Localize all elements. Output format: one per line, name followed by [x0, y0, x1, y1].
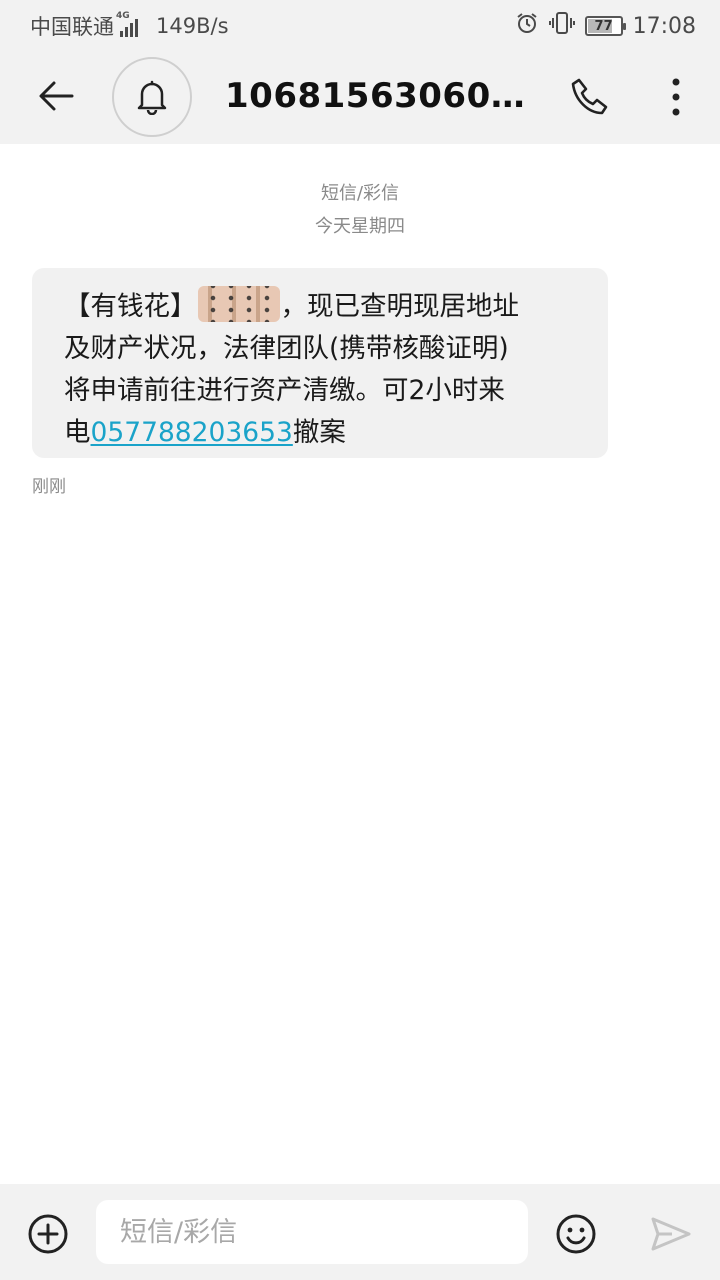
more-options-button[interactable]: [656, 72, 696, 122]
alarm-icon: [515, 11, 539, 41]
message-line: 【有钱花】 ，现已查明现居地址: [64, 286, 588, 328]
back-button[interactable]: [30, 70, 82, 122]
message-time: 刚刚: [32, 477, 66, 497]
message-text-4: 电: [64, 417, 91, 448]
message-line: 及财产状况，法律团队(携带核酸证明): [64, 333, 509, 364]
call-button[interactable]: [566, 72, 616, 122]
status-left: 中国联通 4G 149B/s: [30, 11, 229, 41]
message-bubble[interactable]: 【有钱花】 ，现已查明现居地址 及财产状况，法律团队(携带核酸证明) 将申请前往进…: [32, 268, 608, 458]
message-text-1: ，现已查明现居地址: [280, 291, 520, 322]
send-button[interactable]: [648, 1212, 694, 1256]
date-label: 今天星期四: [315, 216, 405, 237]
battery-level: 77: [594, 18, 613, 34]
carrier-name: 中国联通: [30, 15, 114, 39]
message-type-label: 短信/彩信: [320, 183, 400, 204]
emoji-icon: [556, 1214, 596, 1254]
compose-bar: [0, 1184, 720, 1280]
phone-number-link[interactable]: 057788203653: [91, 417, 293, 448]
message-line: 将申请前往进行资产清缴。可2小时来: [64, 375, 505, 406]
battery-icon: 77: [584, 16, 626, 36]
conversation-header: 10681563060178...: [0, 50, 720, 144]
sender-tag: 【有钱花】: [64, 291, 197, 322]
emoji-button[interactable]: [552, 1210, 600, 1258]
more-vertical-icon: [672, 78, 680, 116]
vibrate-icon: [548, 11, 575, 41]
notification-button[interactable]: [112, 57, 192, 137]
send-icon: [651, 1217, 691, 1251]
phone-icon: [571, 78, 608, 115]
network-type: 4G: [116, 11, 130, 21]
status-bar: 中国联通 4G 149B/s 77 17:08: [0, 0, 720, 50]
bell-icon: [137, 80, 167, 115]
message-input[interactable]: [96, 1200, 528, 1264]
redacted-name: [197, 286, 280, 322]
clock-time: 17:08: [632, 13, 696, 39]
message-text-5: 撤案: [292, 417, 346, 448]
back-arrow-icon: [39, 81, 74, 111]
message-line: 电057788203653撤案: [64, 412, 588, 454]
conversation-area[interactable]: 短信/彩信 今天星期四 【有钱花】 ，现已查明现居地址 及财产状况，法律团队(携带…: [0, 144, 720, 1184]
signal-icon: 4G: [116, 11, 138, 37]
add-circle-icon: [28, 1214, 68, 1254]
network-speed: 149B/s: [156, 14, 229, 38]
status-right: 77 17:08: [515, 11, 696, 41]
contact-title: 10681563060178...: [225, 76, 545, 116]
add-attachment-button[interactable]: [26, 1212, 70, 1256]
